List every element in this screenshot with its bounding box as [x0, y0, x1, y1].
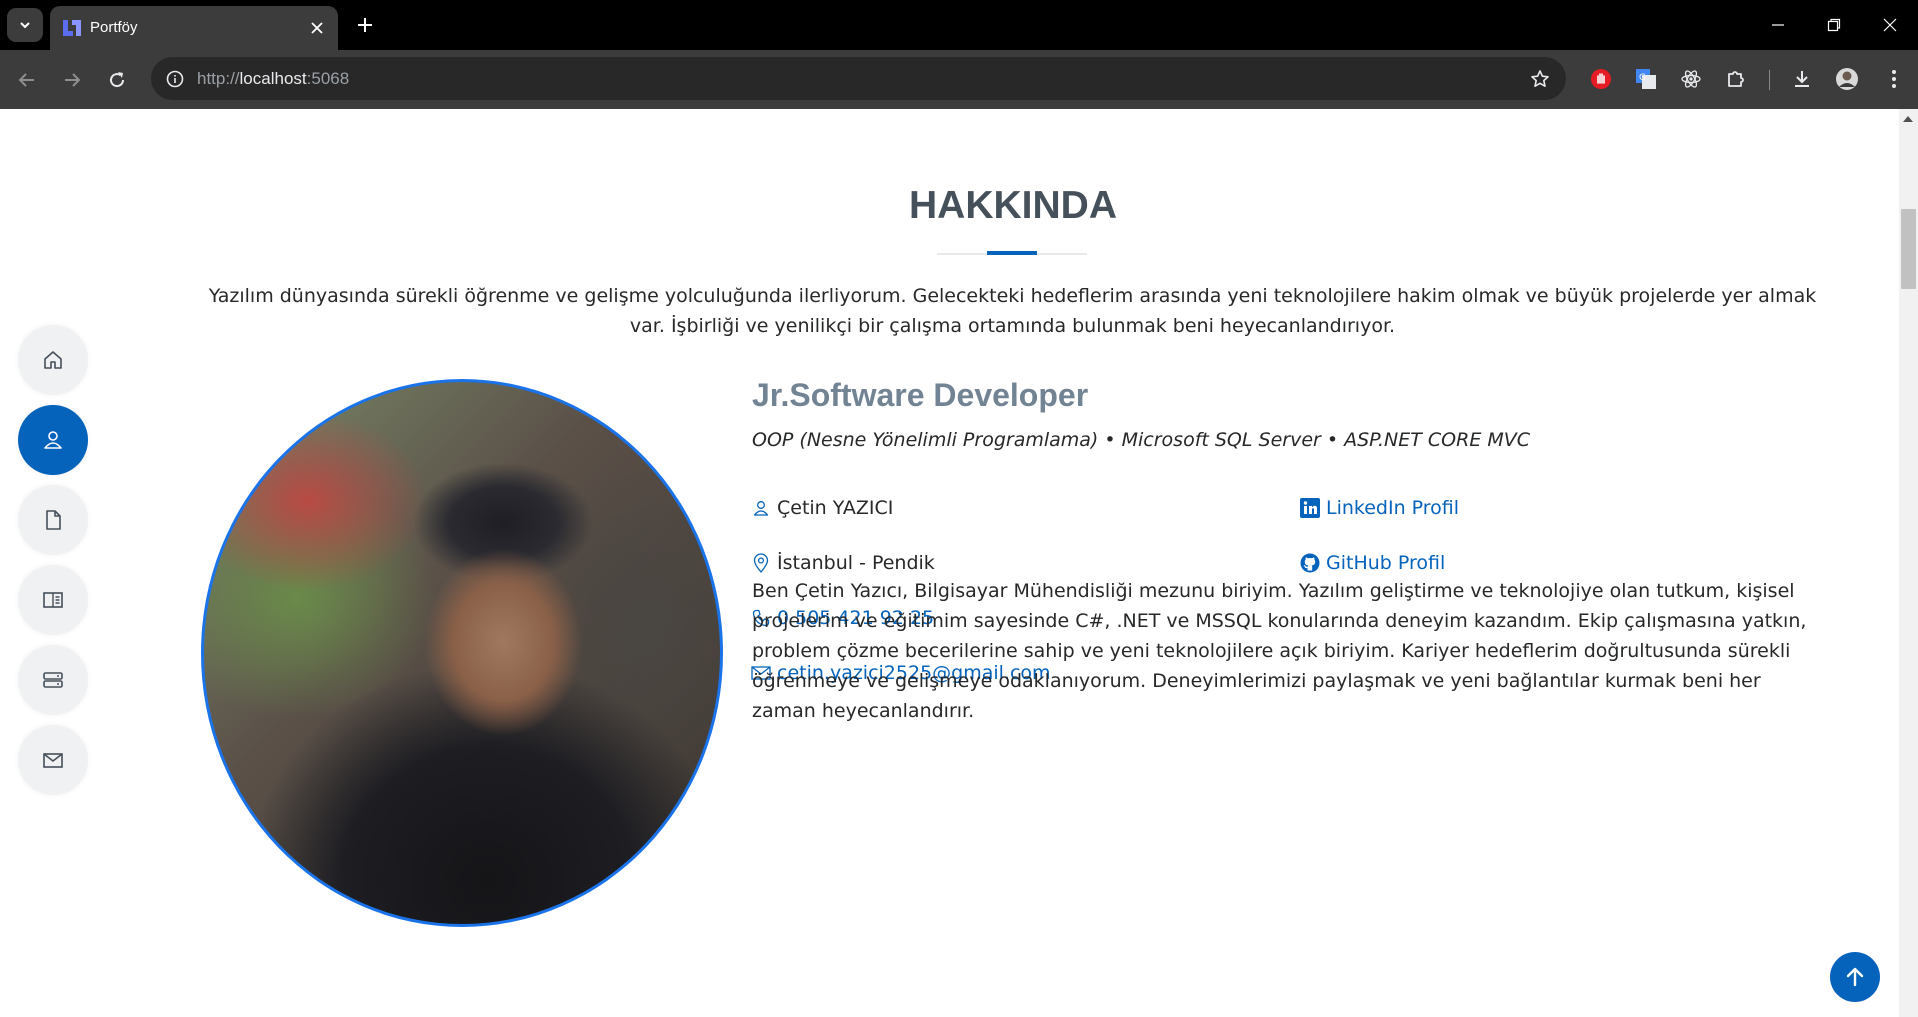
info-icon: [166, 70, 184, 88]
back-to-top-button[interactable]: [1830, 952, 1880, 1002]
github-icon: [1299, 552, 1321, 574]
site-favicon-icon: [63, 20, 81, 36]
nav-services-button[interactable]: [18, 645, 88, 715]
tab-close-button[interactable]: [306, 17, 328, 39]
info-linkedin[interactable]: LinkedIn Profil: [1299, 493, 1459, 523]
url-text[interactable]: http://localhost:5068: [197, 69, 349, 89]
name-text: Çetin YAZICI: [777, 497, 894, 519]
plus-icon: [358, 18, 372, 32]
url-host: localhost: [239, 69, 307, 88]
arrow-up-icon: [1846, 967, 1864, 987]
arrow-right-icon: [65, 73, 81, 87]
nav-contact-button[interactable]: [18, 725, 88, 795]
minimize-icon: [1772, 24, 1784, 26]
svg-text:G: G: [1639, 73, 1646, 83]
tab-title: Portföy: [90, 19, 138, 36]
forward-button[interactable]: [56, 64, 88, 96]
extension-translate-button[interactable]: G: [1632, 65, 1660, 93]
nav-home-button[interactable]: [18, 325, 88, 395]
title-divider-accent: [987, 251, 1037, 255]
extensions-menu-button[interactable]: [1722, 65, 1750, 93]
info-name: Çetin YAZICI: [750, 493, 893, 523]
window-close-button[interactable]: [1870, 8, 1910, 42]
avatar-icon: [1836, 68, 1858, 90]
url-scheme: http://: [197, 69, 240, 88]
home-icon: [44, 351, 62, 369]
section-title: HAKKINDA: [909, 184, 1117, 227]
nav-about-button[interactable]: [18, 405, 88, 475]
map-pin-icon: [750, 552, 772, 574]
kebab-menu-icon: [1892, 70, 1896, 88]
scrollbar-thumb[interactable]: [1901, 209, 1916, 289]
downloads-button[interactable]: [1788, 65, 1816, 93]
address-bar[interactable]: http://localhost:5068: [151, 57, 1566, 100]
linkedin-link[interactable]: LinkedIn Profil: [1326, 497, 1459, 519]
intro-paragraph: Yazılım dünyasında sürekli öğrenme ve ge…: [208, 285, 1817, 337]
person-icon: [44, 431, 62, 449]
skills-line: OOP (Nesne Yönelimli Programlama) • Micr…: [752, 429, 1531, 451]
browser-tab[interactable]: Portföy: [50, 6, 338, 50]
location-text: İstanbul - Pendik: [777, 552, 935, 574]
extension-react-devtools-button[interactable]: [1677, 65, 1705, 93]
profile-photo: [201, 379, 723, 927]
react-icon: [1681, 70, 1701, 88]
reload-button[interactable]: [101, 64, 133, 96]
translate-icon: G: [1636, 69, 1656, 89]
page-viewport: HAKKINDA Yazılım dünyasında sürekli öğre…: [0, 109, 1918, 1017]
github-link[interactable]: GitHub Profil: [1326, 552, 1445, 574]
extension-adblock-button[interactable]: [1587, 65, 1615, 93]
book-icon: [43, 592, 63, 608]
back-button[interactable]: [11, 64, 43, 96]
stop-hand-icon: [1591, 69, 1611, 89]
new-tab-button[interactable]: [352, 12, 378, 38]
tab-search-button[interactable]: [7, 8, 43, 42]
close-icon: [311, 22, 323, 34]
job-title: Jr.Software Developer: [752, 377, 1089, 413]
bookmark-star-button[interactable]: [1528, 67, 1552, 91]
linkedin-icon: [1299, 497, 1321, 519]
url-port: :5068: [306, 69, 350, 88]
star-icon: [1531, 70, 1549, 87]
info-github[interactable]: GitHub Profil: [1299, 548, 1445, 578]
browser-toolbar: http://localhost:5068 G: [0, 50, 1918, 109]
arrow-left-icon: [18, 73, 34, 87]
download-icon: [1795, 71, 1809, 87]
envelope-icon: [43, 753, 63, 768]
puzzle-icon: [1728, 71, 1744, 87]
close-icon: [1883, 18, 1897, 32]
server-icon: [43, 672, 63, 688]
info-location: İstanbul - Pendik: [750, 548, 935, 578]
nav-resume-button[interactable]: [18, 485, 88, 555]
browser-tab-strip: Portföy: [0, 0, 1918, 50]
scroll-up-arrow-icon[interactable]: [1903, 116, 1913, 122]
bio-paragraph: Ben Çetin Yazıcı, Bilgisayar Mühendisliğ…: [752, 580, 1807, 722]
reload-icon: [110, 72, 125, 88]
file-icon: [46, 510, 61, 530]
site-info-button[interactable]: [160, 64, 190, 94]
minimize-button[interactable]: [1758, 8, 1798, 42]
browser-menu-button[interactable]: [1880, 65, 1908, 93]
restore-icon: [1827, 18, 1841, 32]
chevron-down-icon: [20, 22, 30, 29]
profile-avatar-button[interactable]: [1833, 65, 1861, 93]
restore-button[interactable]: [1814, 8, 1854, 42]
page-scrollbar[interactable]: [1899, 109, 1918, 1017]
nav-portfolio-button[interactable]: [18, 565, 88, 635]
person-icon: [750, 497, 772, 519]
toolbar-separator: [1769, 70, 1770, 90]
